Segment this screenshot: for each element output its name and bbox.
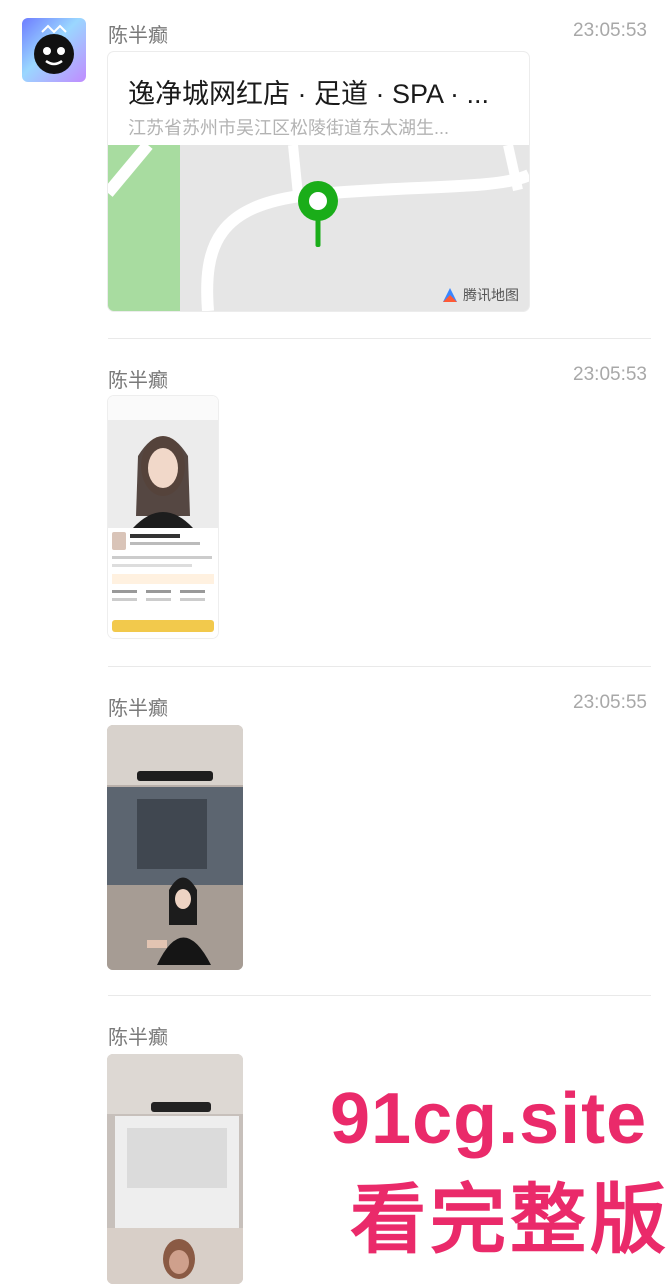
image-thumbnail[interactable] bbox=[107, 725, 243, 970]
message-time: 23:05:53 bbox=[573, 364, 647, 385]
message-divider bbox=[108, 666, 651, 667]
image-thumbnail[interactable] bbox=[107, 1054, 243, 1284]
message-divider bbox=[108, 338, 651, 339]
message-time: 23:05:55 bbox=[573, 692, 647, 713]
phone-screenshot-image bbox=[108, 396, 218, 638]
watermark-site: 91cg.site bbox=[330, 1079, 648, 1159]
room-photo-image bbox=[107, 1054, 243, 1284]
location-address: 江苏省苏州市吴江区松陵街道东太湖生... bbox=[128, 118, 450, 138]
room-photo-image bbox=[107, 725, 243, 970]
map-pin-icon bbox=[298, 181, 338, 247]
location-map[interactable]: 腾讯地图 bbox=[108, 141, 529, 311]
message-time: 23:05:53 bbox=[573, 20, 647, 41]
contact-avatar[interactable] bbox=[22, 18, 86, 82]
message-sender: 陈半癫 bbox=[108, 698, 168, 720]
image-thumbnail[interactable] bbox=[108, 396, 218, 638]
location-title: 逸净城网红店 · 足道 · SPA · ... bbox=[128, 79, 490, 109]
map-credit: 腾讯地图 bbox=[441, 285, 519, 305]
message-sender: 陈半癫 bbox=[108, 370, 168, 392]
location-card[interactable]: 逸净城网红店 · 足道 · SPA · ... 江苏省苏州市吴江区松陵街道东太湖… bbox=[108, 52, 529, 311]
avatar-face-icon bbox=[34, 24, 74, 74]
message-divider bbox=[108, 995, 651, 996]
watermark-cta: 看完整版 bbox=[350, 1178, 670, 1263]
message-sender: 陈半癫 bbox=[108, 1027, 168, 1049]
message-sender: 陈半癫 bbox=[108, 25, 168, 47]
tencent-map-logo-icon bbox=[443, 288, 457, 302]
map-credit-label: 腾讯地图 bbox=[463, 287, 519, 303]
